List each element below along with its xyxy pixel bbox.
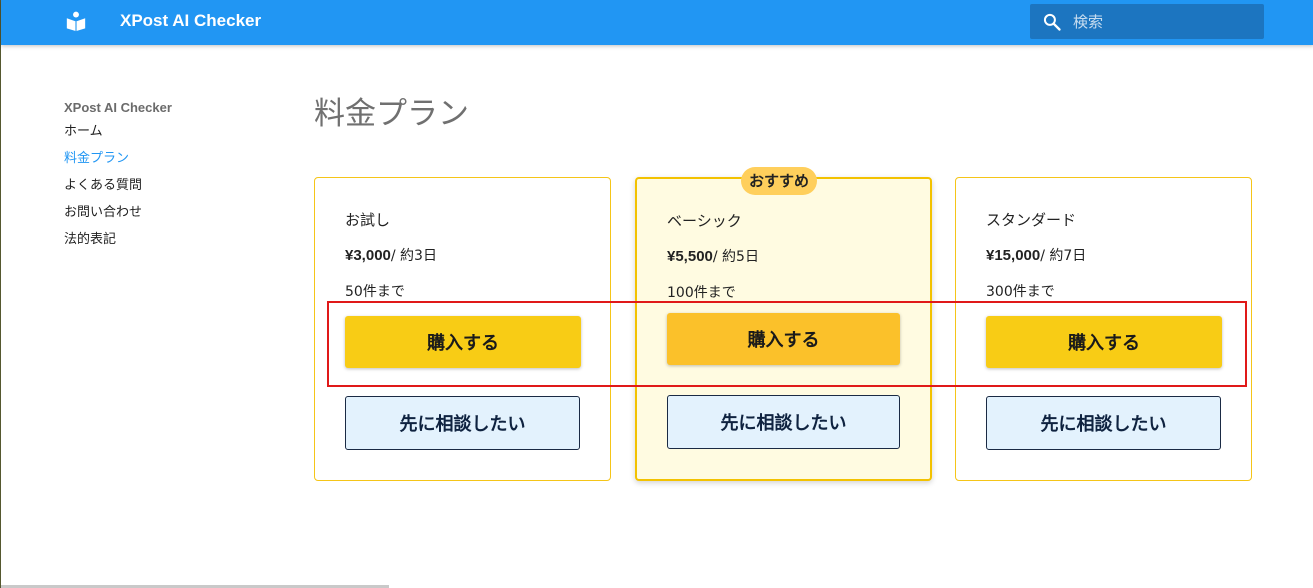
search-icon bbox=[1043, 13, 1061, 31]
plan-period: / 約5日 bbox=[712, 249, 759, 265]
buy-button-basic[interactable]: 購入する bbox=[667, 313, 900, 365]
page-title: 料金プラン bbox=[314, 96, 469, 132]
sidebar-item-contact[interactable]: お問い合わせ bbox=[64, 199, 264, 226]
sidebar-item-faq[interactable]: よくある質問 bbox=[64, 172, 264, 199]
sidebar-site-name: XPost AI Checker bbox=[64, 100, 172, 115]
plan-price: ¥5,500 bbox=[667, 248, 713, 265]
plan-limit: 300件まで bbox=[986, 284, 1055, 300]
recommended-badge: おすすめ bbox=[741, 167, 818, 195]
sidebar-item-legal[interactable]: 法的表記 bbox=[64, 226, 264, 253]
plan-name: スタンダード bbox=[986, 211, 1077, 229]
book-reader-icon[interactable] bbox=[65, 10, 87, 32]
plan-price-line: ¥15,000/ 約7日 bbox=[986, 245, 1086, 267]
plan-price: ¥3,000 bbox=[345, 247, 391, 264]
plan-card-trial: お試し ¥3,000/ 約3日 50件まで 購入する 先に相談したい bbox=[314, 177, 611, 481]
top-app-bar: XPost AI Checker bbox=[1, 0, 1313, 45]
buy-button-standard[interactable]: 購入する bbox=[986, 316, 1222, 368]
search-input[interactable] bbox=[1073, 4, 1258, 39]
plan-price: ¥15,000 bbox=[986, 247, 1041, 264]
plan-name: ベーシック bbox=[667, 212, 742, 230]
buy-button-trial[interactable]: 購入する bbox=[345, 316, 581, 368]
plan-price-line: ¥3,000/ 約3日 bbox=[345, 245, 437, 267]
plan-period: / 約3日 bbox=[390, 248, 437, 264]
app-title[interactable]: XPost AI Checker bbox=[120, 10, 261, 32]
page: XPost AI Checker XPost AI Checker ホーム 料金… bbox=[0, 0, 1313, 588]
consult-button-trial[interactable]: 先に相談したい bbox=[345, 396, 580, 450]
plan-price-line: ¥5,500/ 約5日 bbox=[667, 246, 759, 268]
consult-button-standard[interactable]: 先に相談したい bbox=[986, 396, 1221, 450]
plan-name: お試し bbox=[345, 211, 391, 229]
plan-period: / 約7日 bbox=[1040, 248, 1087, 264]
sidebar-item-pricing[interactable]: 料金プラン bbox=[64, 145, 264, 172]
consult-button-basic[interactable]: 先に相談したい bbox=[667, 395, 900, 449]
plan-limit: 50件まで bbox=[345, 284, 405, 300]
plan-limit: 100件まで bbox=[667, 285, 736, 301]
search-box[interactable] bbox=[1030, 4, 1264, 39]
sidebar-item-home[interactable]: ホーム bbox=[64, 118, 264, 145]
sidebar-nav: XPost AI Checker ホーム 料金プラン よくある質問 お問い合わせ… bbox=[64, 98, 264, 253]
plan-card-basic: おすすめ ベーシック ¥5,500/ 約5日 100件まで 購入する 先に相談し… bbox=[635, 167, 932, 481]
plan-card-standard: スタンダード ¥15,000/ 約7日 300件まで 購入する 先に相談したい bbox=[955, 177, 1252, 481]
